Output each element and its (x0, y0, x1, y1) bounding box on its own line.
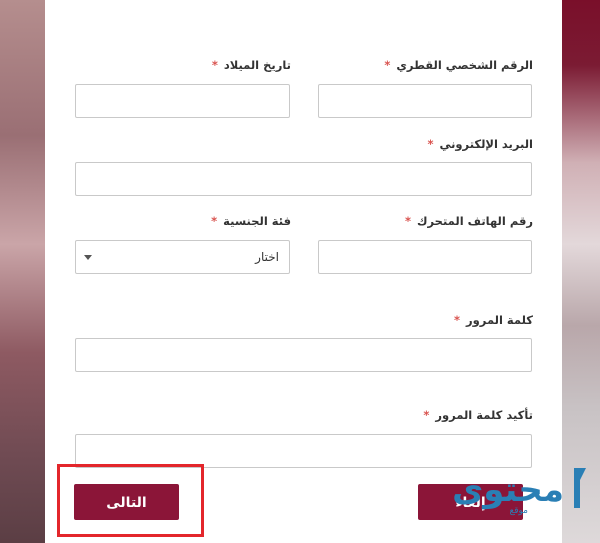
mobile-label: رقم الهاتف المتحرك* (404, 214, 533, 228)
watermark-text: محتوى (452, 470, 565, 510)
required-marker: * (211, 58, 218, 72)
highlight-box (57, 464, 204, 537)
background-left (0, 0, 45, 543)
password-label: كلمة المرور* (454, 313, 533, 327)
required-marker: * (454, 313, 461, 327)
required-marker: * (427, 137, 434, 151)
nationality-label: فئة الجنسية* (211, 214, 291, 228)
required-marker: * (211, 214, 218, 228)
password-input[interactable] (75, 338, 532, 372)
watermark-logo: محتوى موقع (452, 462, 586, 522)
email-input[interactable] (75, 162, 532, 196)
mobile-input[interactable] (318, 240, 532, 274)
birth-date-input[interactable] (75, 84, 290, 118)
logo-mark-icon (574, 468, 586, 508)
required-marker: * (384, 58, 391, 72)
qatari-id-input[interactable] (318, 84, 532, 118)
watermark-subtext: موقع (509, 506, 528, 516)
birth-date-label: تاريخ الميلاد* (211, 58, 291, 72)
nationality-select[interactable]: اختار (75, 240, 290, 274)
required-marker: * (423, 408, 430, 422)
chevron-down-icon (84, 255, 92, 260)
nationality-selected-value: اختار (255, 250, 279, 264)
confirm-password-label: تأكيد كلمة المرور* (423, 408, 533, 422)
required-marker: * (404, 214, 411, 228)
qatari-id-label: الرقم الشخصي القطري* (384, 58, 533, 72)
email-label: البريد الإلكتروني* (427, 137, 533, 151)
